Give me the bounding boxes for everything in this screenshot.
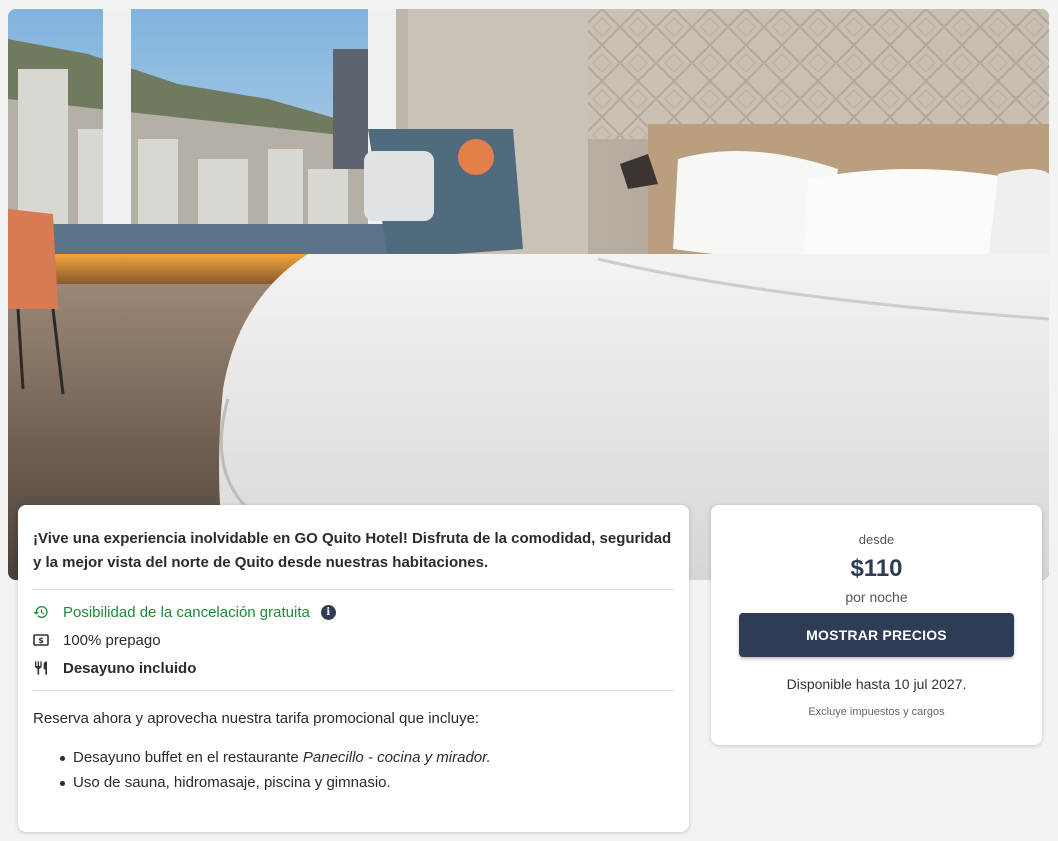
restaurant-name: Panecillo - cocina y mirador. — [302, 749, 491, 766]
hero-image — [8, 9, 1049, 580]
list-item: Desayuno buffet en el restaurante Paneci… — [57, 745, 674, 770]
taxes-note: Excluye impuestos y cargos — [808, 706, 945, 718]
feature-breakfast: Desayuno incluido — [33, 654, 674, 682]
price-value: $110 — [850, 555, 903, 582]
per-night-label: por noche — [845, 589, 908, 605]
feature-label: 100% prepago — [63, 631, 161, 649]
feature-label: Posibilidad de la cancelación gratuita — [63, 603, 310, 621]
promo-item-text: Desayuno buffet en el restaurante — [73, 749, 303, 766]
history-icon — [33, 604, 63, 620]
feature-free-cancellation: Posibilidad de la cancelación gratuita i — [33, 598, 674, 626]
offer-headline: ¡Vive una experiencia inolvidable en GO … — [33, 505, 674, 590]
feature-label: Desayuno incluido — [63, 659, 197, 677]
price-card: desde $110 por noche MOSTRAR PRECIOS Dis… — [711, 505, 1042, 745]
promo-list: Desayuno buffet en el restaurante Paneci… — [33, 745, 674, 795]
promo-intro: Reserva ahora y aprovecha nuestra tarifa… — [33, 710, 480, 727]
fork-knife-icon — [33, 660, 63, 676]
hotel-room-photo — [8, 9, 1049, 580]
show-prices-button[interactable]: MOSTRAR PRECIOS — [739, 613, 1014, 657]
dollar-bill-icon: $ — [33, 633, 63, 647]
feature-list: Posibilidad de la cancelación gratuita i… — [33, 590, 674, 691]
svg-text:$: $ — [38, 636, 44, 645]
feature-prepaid: $ 100% prepago — [33, 626, 674, 654]
offer-card: ¡Vive una experiencia inolvidable en GO … — [18, 505, 689, 832]
availability-text: Disponible hasta 10 jul 2027. — [786, 676, 967, 692]
info-icon[interactable]: i — [320, 604, 336, 620]
list-item: Uso de sauna, hidromasaje, piscina y gim… — [57, 770, 674, 795]
promo-item-text: Uso de sauna, hidromasaje, piscina y gim… — [73, 774, 391, 791]
from-label: desde — [858, 532, 895, 547]
